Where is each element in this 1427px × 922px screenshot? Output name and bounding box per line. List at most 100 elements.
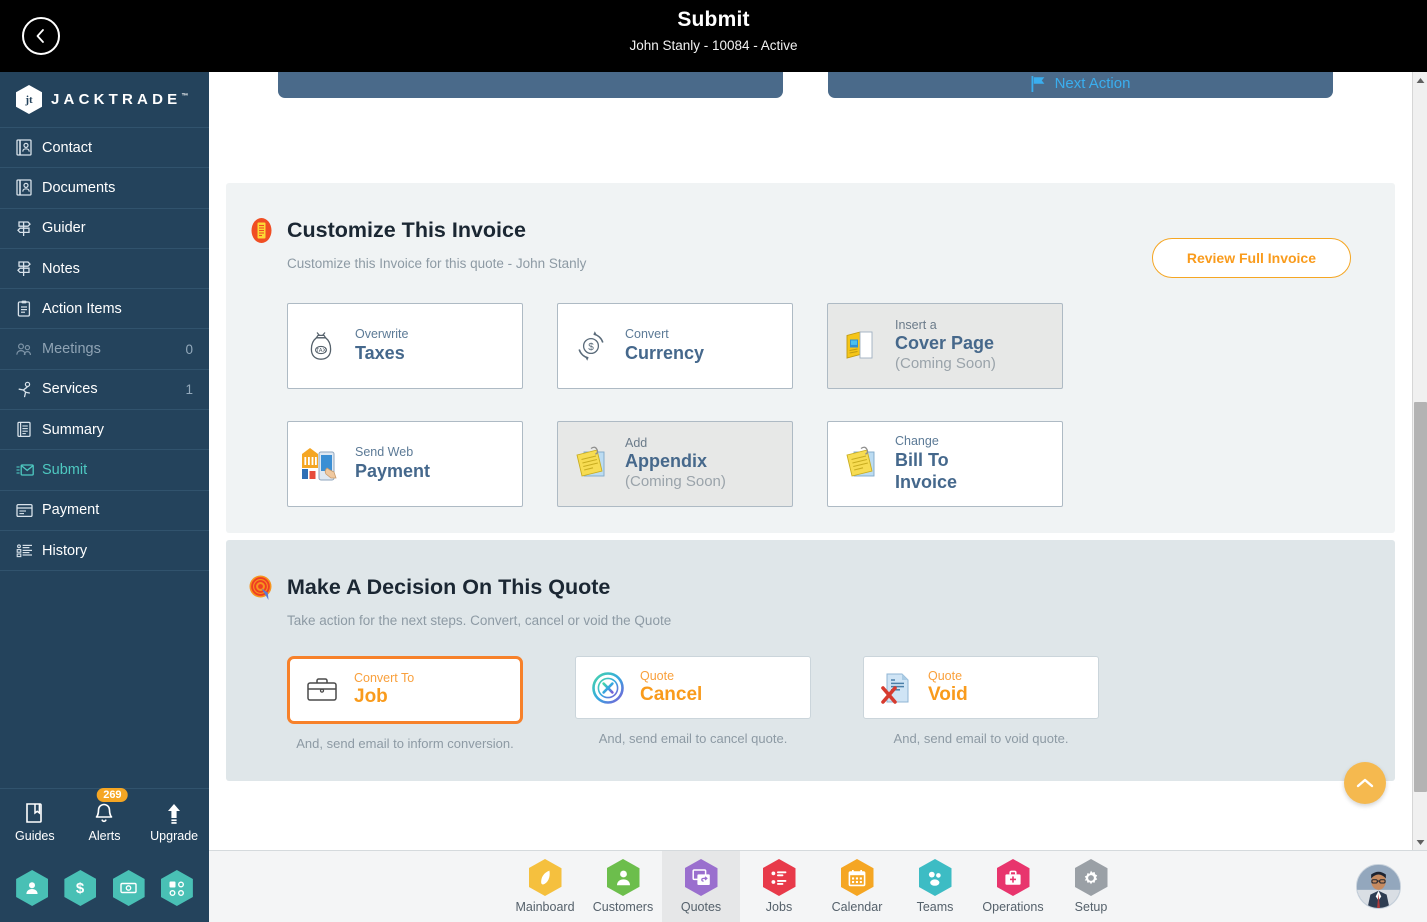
bottom-nav-mainboard[interactable]: Mainboard <box>506 851 584 922</box>
sidebar-shortcuts: $ <box>0 854 209 922</box>
bottom-nav-operations[interactable]: Operations <box>974 851 1052 922</box>
sidebar-tool-upgrade[interactable]: Upgrade <box>143 800 205 843</box>
customize-card-payment[interactable]: Send Web Payment <box>287 421 523 507</box>
tasklist-icon <box>762 859 796 896</box>
bottom-nav-label: Teams <box>916 900 954 914</box>
quotes-icon <box>684 859 718 896</box>
scrollbar-down-arrow[interactable] <box>1413 834 1427 850</box>
sidebar-nav: Contact Documents Guider Notes Action Items M… <box>0 128 209 572</box>
clipboard-icon <box>16 300 42 317</box>
bottom-nav-label: Calendar <box>831 900 883 914</box>
user-avatar-icon <box>1357 865 1400 908</box>
bottom-nav-calendar[interactable]: Calendar <box>818 851 896 922</box>
bottom-nav-quotes[interactable]: Quotes <box>662 850 740 922</box>
scroll-to-top-button[interactable] <box>1344 762 1386 804</box>
decision-card-job[interactable]: Convert To Job <box>287 656 523 724</box>
sidebar-item-history[interactable]: History <box>0 531 209 572</box>
card-title-line2: Invoice <box>895 471 958 492</box>
sidebar-item-action-items[interactable]: Action Items <box>0 289 209 330</box>
card-text: Change Bill To Invoice <box>895 434 957 494</box>
sidebar-item-payment[interactable]: Payment <box>0 491 209 531</box>
next-action-button[interactable]: Next Action <box>1031 75 1130 92</box>
bottom-nav-customers[interactable]: Customers <box>584 851 662 922</box>
bottom-nav-label: Customers <box>592 900 654 914</box>
customize-card-bill-to[interactable]: Change Bill To Invoice <box>827 421 1063 507</box>
brand-mark-text: jt <box>25 93 33 106</box>
sidebar-item-summary[interactable]: Summary <box>0 410 209 451</box>
shortcut-dollar-icon[interactable]: $ <box>64 870 97 906</box>
appendix-note-icon <box>570 445 612 483</box>
customize-card-currency[interactable]: $ Convert Currency <box>557 303 793 389</box>
sidebar-item-notes[interactable]: Notes <box>0 249 209 290</box>
main-content: Next Action Customize This Invoice Custo… <box>209 72 1412 850</box>
decision-note: And, send email to void quote. <box>893 731 1069 746</box>
sidebar-item-label: Submit <box>42 462 88 479</box>
person-icon <box>606 859 640 896</box>
bottom-nav-items: Mainboard Customers Quotes Jobs Calendar Team… <box>506 850 1130 922</box>
briefcase-icon <box>302 676 342 704</box>
bell-icon <box>73 800 135 826</box>
sidebar-item-submit[interactable]: Submit <box>0 450 209 491</box>
top-card-right[interactable]: Next Action <box>828 72 1333 98</box>
signpost-icon <box>16 220 42 237</box>
jacktrade-mark-icon: jt <box>16 85 42 114</box>
document-icon <box>16 179 42 197</box>
sidebar-item-label: Meetings <box>42 341 101 358</box>
review-full-invoice-button[interactable]: Review Full Invoice <box>1151 238 1351 278</box>
decision-card-wrapper: Quote Void And, send email to void quote. <box>863 656 1099 751</box>
calendar-icon <box>840 859 874 896</box>
decision-title: Job <box>354 686 388 708</box>
vertical-scrollbar[interactable] <box>1412 72 1427 850</box>
scrollbar-thumb[interactable] <box>1414 402 1427 792</box>
arrow-up-icon <box>143 800 205 826</box>
scrollbar-up-arrow[interactable] <box>1413 72 1427 88</box>
decision-card-row: Convert To Job And, send email to inform c… <box>226 656 1395 751</box>
summary-book-icon <box>16 421 42 438</box>
shortcut-person-icon[interactable] <box>16 870 49 906</box>
sidebar-item-label: Documents <box>42 179 116 196</box>
avatar[interactable] <box>1356 864 1401 909</box>
brand-logo: jt JACKTRADE™ <box>0 72 209 128</box>
sidebar-item-services[interactable]: Services 1 <box>0 370 209 411</box>
bottom-nav-jobs[interactable]: Jobs <box>740 851 818 922</box>
customize-card-appendix[interactable]: Add Appendix (Coming Soon) <box>557 421 793 507</box>
contact-card-icon <box>16 139 42 156</box>
alerts-badge: 269 <box>97 788 128 802</box>
sidebar-tool-label: Upgrade <box>150 829 199 843</box>
decision-title: Void <box>928 683 968 705</box>
customize-card-taxes[interactable]: TAX Overwrite Taxes <box>287 303 523 389</box>
app-root: Submit John Stanly - 10084 - Active jt J… <box>0 0 1427 922</box>
sidebar-item-count: 1 <box>185 381 193 397</box>
bottom-nav-teams[interactable]: Teams <box>896 851 974 922</box>
shortcut-workflow-icon[interactable] <box>160 870 193 906</box>
card-eyebrow: Send Web <box>355 445 414 460</box>
circle-x-icon <box>588 671 628 705</box>
bottom-nav-setup[interactable]: Setup <box>1052 851 1130 922</box>
sidebar-tool-guides[interactable]: Guides <box>4 800 66 843</box>
decision-title: Make A Decision On This Quote <box>287 575 611 599</box>
sidebar-item-contact[interactable]: Contact <box>0 128 209 169</box>
brand-tm: ™ <box>181 93 189 100</box>
sidebar-item-label: Payment <box>42 502 100 519</box>
sidebar-item-documents[interactable]: Documents <box>0 168 209 209</box>
card-text: Convert Currency <box>625 327 704 365</box>
decision-eyebrow: Quote <box>640 668 675 683</box>
customize-card-cover-page[interactable]: Insert a Cover Page (Coming Soon) <box>827 303 1063 389</box>
sidebar-item-label: Services <box>42 381 98 398</box>
tax-bag-icon: TAX <box>300 329 342 363</box>
card-eyebrow: Add <box>625 435 648 450</box>
sidebar-item-label: Action Items <box>42 300 122 317</box>
decision-card-void[interactable]: Quote Void <box>863 656 1099 719</box>
sidebar-item-guider[interactable]: Guider <box>0 209 209 249</box>
history-list-icon <box>16 543 42 558</box>
shortcut-money-bill-icon[interactable] <box>112 870 145 906</box>
header-titles: Submit John Stanly - 10084 - Active <box>0 8 1427 53</box>
sidebar-item-label: Contact <box>42 139 92 156</box>
card-text: Send Web Payment <box>355 445 430 483</box>
sidebar-item-meetings[interactable]: Meetings 0 <box>0 329 209 370</box>
decision-card-cancel[interactable]: Quote Cancel <box>575 656 811 719</box>
sidebar-tool-alerts[interactable]: 269 Alerts <box>73 788 135 843</box>
page-title: Submit <box>677 8 750 31</box>
card-title: Taxes <box>355 342 405 363</box>
top-card-left[interactable] <box>278 72 783 98</box>
